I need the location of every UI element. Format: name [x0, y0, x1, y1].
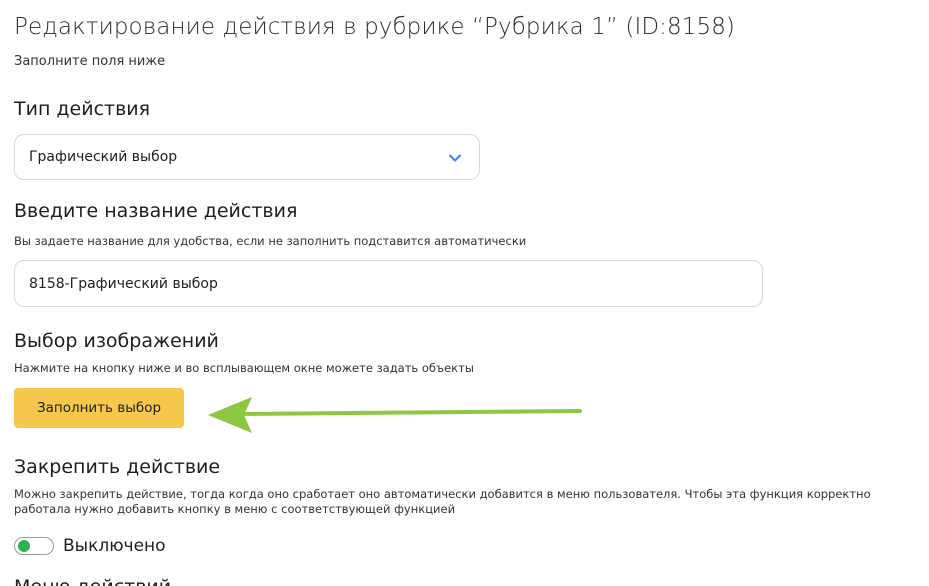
page-title: Редактирование действия в рубрике “Рубри… — [14, 14, 736, 40]
fill-selection-button[interactable]: Заполнить выбор — [14, 388, 184, 428]
pin-action-label: Закрепить действие — [14, 456, 221, 478]
page-subtitle: Заполните поля ниже — [14, 54, 166, 69]
action-type-label: Тип действия — [14, 98, 151, 120]
pin-action-toggle-row: Выключено — [14, 536, 166, 556]
toggle-knob — [18, 540, 30, 552]
arrow-left-icon — [208, 397, 582, 433]
next-section-label: Меню действий — [14, 576, 171, 586]
pin-action-description: Можно закрепить действие, тогда когда он… — [14, 487, 871, 516]
action-name-hint: Вы задаете название для удобства, если н… — [14, 234, 527, 248]
pin-action-toggle-label: Выключено — [63, 536, 166, 556]
action-name-label: Введите название действия — [14, 200, 298, 222]
action-name-input[interactable] — [14, 260, 763, 307]
chevron-down-icon — [449, 154, 461, 162]
action-type-selected-value: Графический выбор — [29, 149, 178, 165]
pin-action-toggle[interactable] — [14, 537, 54, 555]
action-type-select[interactable]: Графический выбор — [14, 134, 480, 180]
image-selection-label: Выбор изображений — [14, 330, 219, 352]
image-selection-hint: Нажмите на кнопку ниже и во всплывающем … — [14, 361, 474, 375]
action-edit-page: Редактирование действия в рубрике “Рубри… — [0, 0, 929, 586]
